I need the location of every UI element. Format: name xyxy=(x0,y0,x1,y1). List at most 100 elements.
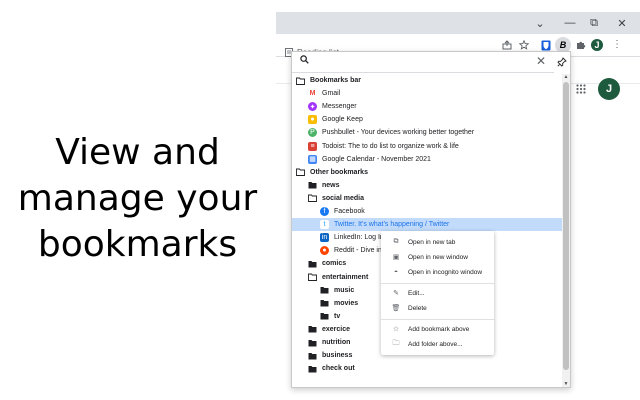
pin-popup-button[interactable] xyxy=(554,52,570,72)
close-icon: ✕ xyxy=(617,17,627,30)
bookmark-search-bar[interactable]: ✕ xyxy=(292,52,554,73)
menu-add-bookmark-above[interactable]: ☆ Add bookmark above xyxy=(381,322,494,336)
bookmark-item[interactable]: ▦ Google Calendar - November 2021 xyxy=(292,153,562,166)
reddit-icon: ● xyxy=(320,246,329,256)
messenger-icon: ✦ xyxy=(308,102,317,112)
scroll-down-icon[interactable]: ▼ xyxy=(562,381,570,387)
menu-edit[interactable]: ✎ Edit... xyxy=(381,286,494,300)
bookmark-item[interactable]: t Twitter. It's what's happening / Twitte… xyxy=(292,218,562,232)
bookmark-folder[interactable]: news xyxy=(292,179,562,192)
apps-launcher[interactable] xyxy=(576,81,586,97)
folder-add-icon: 🗀 xyxy=(392,339,400,347)
menu-add-folder-above-label: Add folder above... xyxy=(408,340,463,348)
bookmark-item[interactable]: f Facebook xyxy=(292,205,562,218)
bookmark-item[interactable]: ✦ Messenger xyxy=(292,100,562,113)
restore-button[interactable]: ⧉ xyxy=(580,12,608,34)
page-profile-avatar[interactable]: J xyxy=(598,78,620,100)
bookmark-label: movies xyxy=(334,299,359,307)
folder-open-icon xyxy=(308,273,317,282)
folder-icon xyxy=(308,338,317,347)
gmail-icon: M xyxy=(308,89,317,99)
bookmark-folder[interactable]: check out xyxy=(292,362,562,375)
bookmark-label: Facebook xyxy=(334,208,365,215)
clear-search-icon[interactable]: ✕ xyxy=(536,54,546,68)
bookmark-context-menu: ⧉ Open in new tab ▣ Open in new window ◓… xyxy=(381,231,494,355)
facebook-icon: f xyxy=(320,207,329,216)
todoist-icon: ≡ xyxy=(308,141,317,151)
folder-icon xyxy=(320,299,329,308)
pushbullet-icon: P xyxy=(308,128,317,138)
promo-line-3: bookmarks xyxy=(37,224,238,265)
menu-open-new-window[interactable]: ▣ Open in new window xyxy=(381,250,494,264)
new-tab-icon: ⧉ xyxy=(393,238,399,245)
scrollbar-thumb[interactable] xyxy=(563,82,569,370)
bookmark-label: Reddit - Dive into xyxy=(334,247,388,255)
bookmark-label: music xyxy=(334,286,355,294)
trash-icon: 🗑 xyxy=(391,305,401,312)
bookmark-folder[interactable]: Bookmarks bar xyxy=(292,74,562,87)
linkedin-icon: in xyxy=(320,233,329,243)
bookmark-label: Twitter. It's what's happening / Twitter xyxy=(334,221,450,229)
shield-icon xyxy=(541,40,551,50)
menu-open-new-tab[interactable]: ⧉ Open in new tab xyxy=(381,235,494,249)
star-icon: ☆ xyxy=(392,326,400,333)
bookmark-label: Google Keep xyxy=(322,116,363,124)
bookmark-label: entertainment xyxy=(322,273,369,281)
menu-add-folder-above[interactable]: 🗀 Add folder above... xyxy=(381,337,494,351)
apps-grid-icon xyxy=(576,84,586,94)
folder-icon xyxy=(308,351,317,360)
scroll-up-icon[interactable]: ▲ xyxy=(562,74,570,80)
bookmark-item[interactable]: P Pushbullet - Your devices working bette… xyxy=(292,126,562,139)
bookmark-label: Other bookmarks xyxy=(310,168,368,176)
search-icon xyxy=(300,55,309,67)
bookmark-label: tv xyxy=(334,312,341,320)
incognito-icon: ◓ xyxy=(393,268,399,276)
menu-open-new-tab-label: Open in new tab xyxy=(408,238,456,246)
popup-scrollbar[interactable]: ▲ ▼ xyxy=(562,74,570,387)
folder-icon xyxy=(320,312,329,321)
bookmark-folder[interactable]: social media xyxy=(292,192,562,205)
minimize-icon: — xyxy=(564,17,576,29)
bookmark-label: news xyxy=(322,181,340,189)
menu-open-incognito-label: Open in incognito window xyxy=(408,268,483,276)
bookmark-item[interactable]: ● Google Keep xyxy=(292,113,562,126)
bookmark-item[interactable]: ≡ Todoist: The to do list to organize wor… xyxy=(292,140,562,153)
profile-avatar[interactable]: J xyxy=(591,39,603,51)
share-icon xyxy=(502,40,512,50)
folder-open-icon xyxy=(296,168,305,177)
menu-open-new-window-label: Open in new window xyxy=(408,253,468,261)
close-button[interactable]: ✕ xyxy=(608,12,636,34)
bookmark-label: business xyxy=(322,352,353,360)
folder-icon xyxy=(308,325,317,334)
menu-separator xyxy=(381,319,494,320)
folder-icon xyxy=(308,181,317,190)
menu-edit-label: Edit... xyxy=(408,289,425,297)
menu-open-incognito[interactable]: ◓ Open in incognito window xyxy=(381,265,494,279)
title-bar: ⌄ — ⧉ ✕ xyxy=(276,12,640,34)
bookmark-label: Google Calendar - November 2021 xyxy=(322,155,431,163)
bookmark-label: check out xyxy=(322,365,355,373)
extensions-button[interactable] xyxy=(573,37,589,53)
menu-separator xyxy=(381,283,494,284)
folder-icon xyxy=(308,259,317,268)
bookmark-folder[interactable]: Other bookmarks xyxy=(292,166,562,179)
bookmark-label: Pushbullet - Your devices working better… xyxy=(322,129,475,137)
avatar-letter: J xyxy=(605,83,613,95)
bookmark-label: social media xyxy=(322,194,365,202)
tab-search-button[interactable]: ⌄ xyxy=(526,12,554,34)
chevron-down-icon: ⌄ xyxy=(535,17,545,30)
menu-delete[interactable]: 🗑 Delete xyxy=(381,301,494,315)
menu-button[interactable]: ⋮ xyxy=(609,37,625,53)
menu-delete-label: Delete xyxy=(408,304,427,312)
bookmark-label: Gmail xyxy=(322,90,341,98)
new-window-icon: ▣ xyxy=(392,254,400,261)
bookmark-label: Messenger xyxy=(322,103,357,111)
bookmark-label: LinkedIn: Log In xyxy=(334,234,384,242)
promo-line-2: manage your xyxy=(17,178,258,219)
bookmark-item[interactable]: M Gmail xyxy=(292,87,562,100)
star-icon xyxy=(519,40,529,50)
restore-icon: ⧉ xyxy=(590,16,598,29)
bookmark-label: Bookmarks bar xyxy=(310,77,361,84)
folder-icon xyxy=(320,286,329,295)
avatar-letter: J xyxy=(594,40,600,50)
